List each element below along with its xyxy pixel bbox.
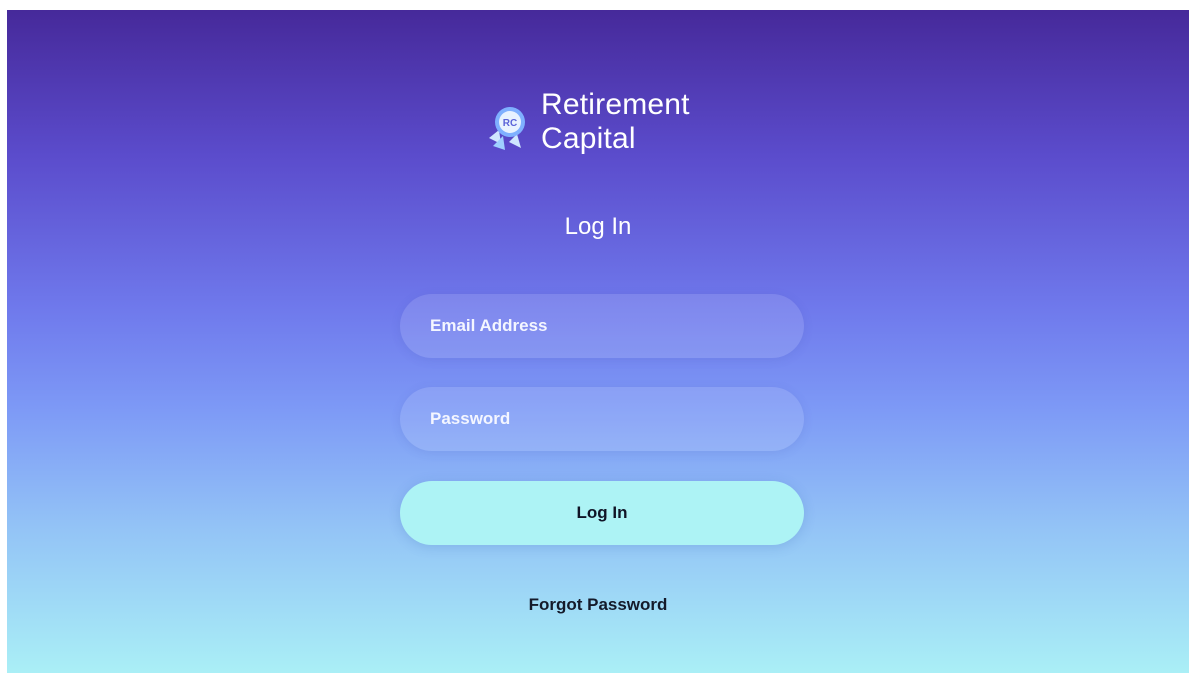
login-screen: RC Retirement Capital Log In Log In Forg… (7, 10, 1189, 673)
brand-name-line1: Retirement (541, 88, 690, 121)
login-button[interactable]: Log In (400, 481, 804, 545)
logo-monogram: RC (503, 118, 517, 129)
rocket-icon: RC (489, 107, 525, 150)
email-field[interactable] (400, 294, 804, 358)
email-input[interactable] (430, 316, 774, 336)
brand-logo: RC Retirement Capital (483, 88, 690, 156)
forgot-password-link[interactable]: Forgot Password (7, 595, 1189, 615)
password-input[interactable] (430, 409, 774, 429)
brand-name-line2: Capital (541, 122, 636, 155)
page-title: Log In (564, 213, 632, 240)
password-field[interactable] (400, 387, 804, 451)
brand-name: Retirement Capital (541, 88, 690, 156)
